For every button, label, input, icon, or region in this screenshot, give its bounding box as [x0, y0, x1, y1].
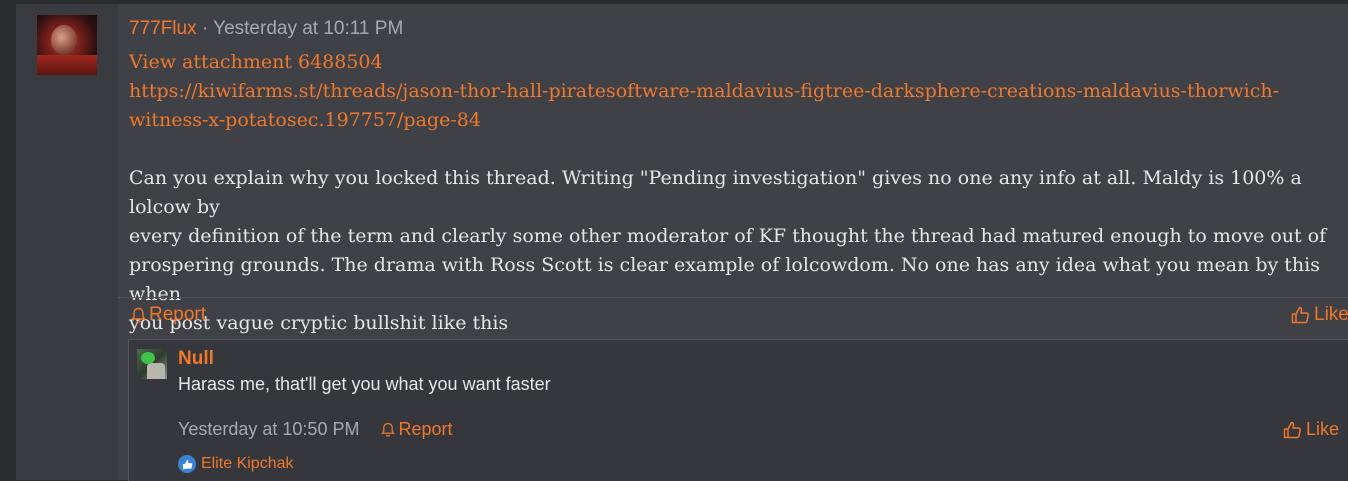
- post-footer-divider: [118, 297, 1348, 298]
- post-author-link[interactable]: 777Flux: [129, 18, 197, 39]
- thread-url-line2[interactable]: witness-x-potatosec.197757/page-84: [129, 106, 1339, 135]
- body-line-2: every definition of the term and clearly…: [129, 225, 1327, 247]
- author-avatar[interactable]: [37, 15, 97, 75]
- body-line-1: Can you explain why you locked this thre…: [129, 167, 1302, 218]
- reply-avatar-figure: [147, 363, 165, 379]
- avatar-suit: [37, 55, 97, 75]
- post-header: 777Flux · Yesterday at 10:11 PM: [129, 18, 403, 40]
- reply-avatar-accent: [141, 352, 155, 364]
- reply-like-button[interactable]: Like: [1283, 419, 1339, 440]
- reply-meta: Yesterday at 10:50 PM Report: [178, 419, 452, 440]
- like-label: Like: [1314, 304, 1348, 325]
- reply-author-link[interactable]: Null: [178, 348, 214, 370]
- header-separator: ·: [196, 18, 214, 39]
- reply-report-label: Report: [398, 419, 453, 439]
- reply-timestamp[interactable]: Yesterday at 10:50 PM: [178, 419, 359, 440]
- avatar-column: [16, 4, 118, 480]
- report-label: Report: [149, 304, 207, 325]
- avatar-face: [51, 25, 77, 55]
- attachment-link[interactable]: View attachment 6488504: [129, 48, 1339, 77]
- reply-like-label: Like: [1306, 419, 1340, 439]
- thread-url-line1[interactable]: https://kiwifarms.st/threads/jason-thor-…: [129, 77, 1339, 106]
- reply-report-button[interactable]: Report: [381, 419, 452, 440]
- reaction-summary[interactable]: Elite Kipchak: [178, 455, 294, 473]
- like-reaction-icon: [178, 455, 196, 473]
- like-button[interactable]: Like: [1291, 304, 1348, 326]
- bell-icon: [131, 307, 146, 324]
- body-line-3: prospering grounds. The drama with Ross …: [129, 254, 1320, 305]
- report-button[interactable]: Report: [131, 304, 206, 326]
- thumbs-up-icon: [1283, 421, 1302, 439]
- reply-avatar[interactable]: [137, 349, 167, 379]
- body-line-4: you post vague cryptic bullshit like thi…: [129, 312, 509, 334]
- post-timestamp[interactable]: Yesterday at 10:11 PM: [213, 18, 403, 39]
- reply-text: Harass me, that'll get you what you want…: [178, 374, 551, 394]
- bell-icon: [381, 422, 396, 438]
- reply-block: [128, 339, 1348, 481]
- post-body: View attachment 6488504 https://kiwifarm…: [129, 48, 1339, 338]
- thumbs-up-icon: [1291, 306, 1310, 324]
- reaction-user: Elite Kipchak: [201, 455, 294, 472]
